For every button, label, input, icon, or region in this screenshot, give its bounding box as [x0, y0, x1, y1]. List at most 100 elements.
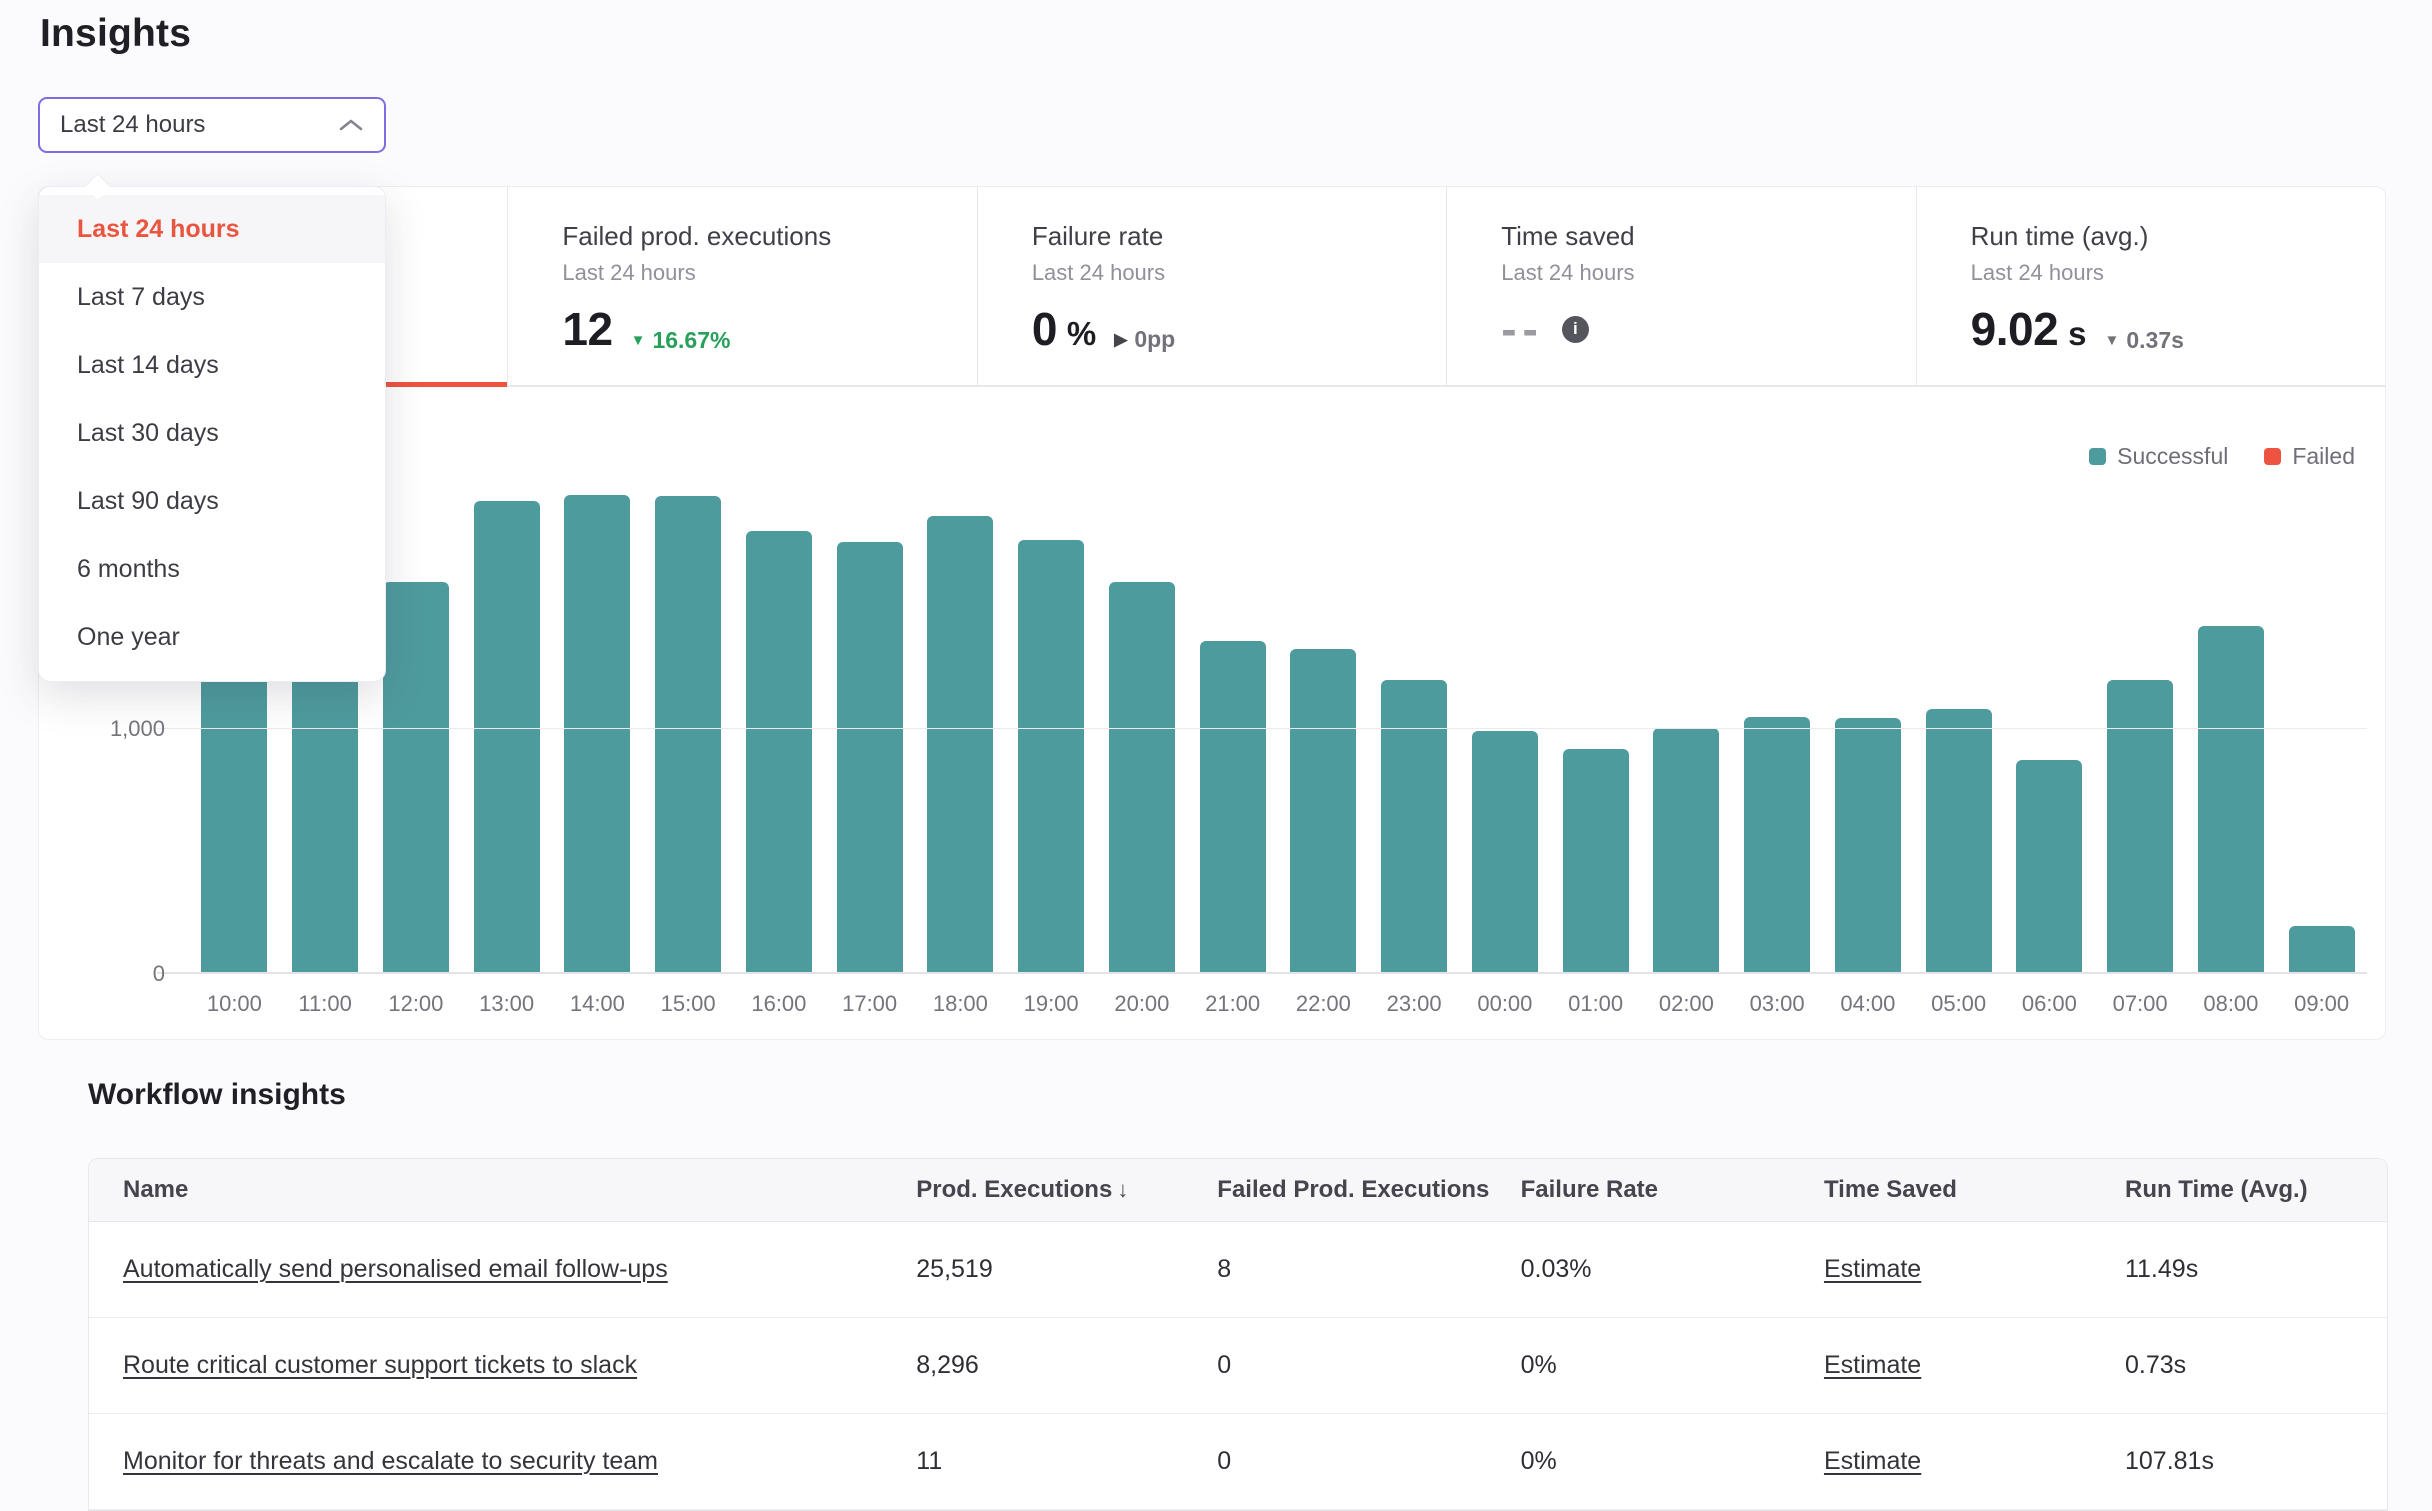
- column-header-3[interactable]: Failure Rate: [1521, 1176, 1824, 1204]
- bar-column: [1550, 484, 1641, 974]
- column-header-label: Failure Rate: [1521, 1176, 1658, 1204]
- bar-successful: [383, 582, 449, 974]
- bar-successful: [1109, 582, 1175, 974]
- bar-successful: [2016, 760, 2082, 974]
- dropdown-option-5[interactable]: 6 months: [39, 535, 385, 603]
- bar-successful: [564, 495, 630, 974]
- triangle-right-icon: ▶: [1114, 331, 1127, 348]
- legend-label: Successful: [2117, 443, 2228, 470]
- bar-successful: [746, 531, 812, 974]
- x-axis-label: 09:00: [2276, 991, 2367, 1017]
- chart-legend: Successful Failed: [2089, 443, 2355, 470]
- bar-column: [643, 484, 734, 974]
- estimate-link[interactable]: Estimate: [1824, 1447, 1921, 1475]
- executions-bar-chart: 01,000: [189, 484, 2367, 974]
- cell-run_time: 11.49s: [2125, 1255, 2387, 1284]
- bar-column: [1641, 484, 1732, 974]
- workflow-name-link[interactable]: Route critical customer support tickets …: [123, 1351, 637, 1379]
- kpi-sublabel: Last 24 hours: [562, 260, 976, 286]
- x-axis-label: 05:00: [1913, 991, 2004, 1017]
- x-axis-label: 16:00: [734, 991, 825, 1017]
- x-axis-label: 21:00: [1187, 991, 1278, 1017]
- cell-run_time: 107.81s: [2125, 1447, 2387, 1476]
- bar-successful: [1290, 649, 1356, 974]
- bar-successful: [1472, 731, 1538, 974]
- kpi-delta: ▶0pp: [1114, 326, 1175, 353]
- kpi-label: Run time (avg.): [1971, 221, 2385, 252]
- x-axis-label: 01:00: [1550, 991, 1641, 1017]
- bar-successful: [1200, 641, 1266, 974]
- bar-successful: [1018, 540, 1084, 974]
- estimate-link[interactable]: Estimate: [1824, 1255, 1921, 1283]
- column-header-0[interactable]: Name: [89, 1176, 916, 1204]
- bar-column: [1097, 484, 1188, 974]
- estimate-link[interactable]: Estimate: [1824, 1351, 1921, 1379]
- kpi-card-1[interactable]: Failed prod. executionsLast 24 hours12▼1…: [507, 187, 976, 385]
- y-axis-label: 1,000: [110, 716, 165, 742]
- time-range-dropdown: Last 24 hoursLast 7 daysLast 14 daysLast…: [38, 186, 386, 682]
- bar-column: [2276, 484, 2367, 974]
- bar-column: [2004, 484, 2095, 974]
- kpi-row: Failed prod. executionsLast 24 hours12▼1…: [39, 187, 2385, 387]
- bar-column: [1913, 484, 2004, 974]
- x-axis-label: 19:00: [1006, 991, 1097, 1017]
- time-range-select[interactable]: Last 24 hours: [38, 97, 386, 153]
- bar-column: [552, 484, 643, 974]
- cell-time_saved: Estimate: [1824, 1351, 2125, 1380]
- cell-time_saved: Estimate: [1824, 1255, 2125, 1284]
- x-axis-label: 15:00: [643, 991, 734, 1017]
- column-header-4[interactable]: Time Saved: [1824, 1176, 2125, 1204]
- bar-successful: [1744, 717, 1810, 974]
- kpi-card-2[interactable]: Failure rateLast 24 hours0%▶0pp: [977, 187, 1446, 385]
- dropdown-option-6[interactable]: One year: [39, 603, 385, 671]
- bar-successful: [2289, 926, 2355, 974]
- legend-item-failed[interactable]: Failed: [2264, 443, 2355, 470]
- bar-successful: [927, 516, 993, 974]
- column-header-2[interactable]: Failed Prod. Executions: [1217, 1176, 1520, 1204]
- kpi-card-3[interactable]: Time savedLast 24 hours--i: [1446, 187, 1915, 385]
- kpi-delta: ▼16.67%: [631, 327, 731, 354]
- x-axis-label: 07:00: [2095, 991, 2186, 1017]
- cell-failed_prod_executions: 0: [1217, 1351, 1520, 1380]
- kpi-delta-text: 16.67%: [652, 327, 730, 354]
- column-header-label: Prod. Executions: [916, 1176, 1112, 1204]
- bar-column: [1006, 484, 1097, 974]
- cell-failure_rate: 0%: [1521, 1351, 1824, 1380]
- dropdown-option-4[interactable]: Last 90 days: [39, 467, 385, 535]
- column-header-5[interactable]: Run Time (Avg.): [2125, 1176, 2387, 1204]
- column-header-label: Failed Prod. Executions: [1217, 1176, 1489, 1204]
- kpi-value: 9.02: [1971, 302, 2059, 356]
- kpi-value-row: 0%▶0pp: [1032, 302, 1446, 356]
- chart-bars: [189, 484, 2367, 974]
- kpi-delta-text: 0.37s: [2126, 327, 2184, 354]
- cell-name: Route critical customer support tickets …: [89, 1351, 916, 1380]
- kpi-label: Failed prod. executions: [562, 221, 976, 252]
- bar-successful: [1381, 680, 1447, 974]
- chevron-up-icon: [338, 117, 364, 133]
- kpi-card-4[interactable]: Run time (avg.)Last 24 hours9.02s▼0.37s: [1916, 187, 2385, 385]
- bar-successful: [474, 501, 540, 974]
- column-header-1[interactable]: Prod. Executions↓: [916, 1176, 1217, 1204]
- x-axis-label: 12:00: [371, 991, 462, 1017]
- legend-swatch-icon: [2264, 448, 2281, 465]
- workflow-name-link[interactable]: Automatically send personalised email fo…: [123, 1255, 668, 1283]
- column-header-label: Run Time (Avg.): [2125, 1176, 2308, 1204]
- legend-item-successful[interactable]: Successful: [2089, 443, 2228, 470]
- workflow-name-link[interactable]: Monitor for threats and escalate to secu…: [123, 1447, 658, 1475]
- bar-successful: [1563, 749, 1629, 974]
- kpi-label: Failure rate: [1032, 221, 1446, 252]
- y-axis-label: 0: [153, 961, 165, 987]
- dropdown-option-2[interactable]: Last 14 days: [39, 331, 385, 399]
- dropdown-option-0[interactable]: Last 24 hours: [39, 195, 385, 263]
- bar-column: [1187, 484, 1278, 974]
- cell-prod_executions: 25,519: [916, 1255, 1217, 1284]
- table-header-row: Name Prod. Executions↓Failed Prod. Execut…: [89, 1159, 2387, 1222]
- bar-successful: [655, 496, 721, 974]
- kpi-sublabel: Last 24 hours: [1971, 260, 2385, 286]
- dropdown-option-3[interactable]: Last 30 days: [39, 399, 385, 467]
- column-header-label: Name: [123, 1176, 188, 1204]
- bar-successful: [1653, 728, 1719, 974]
- info-icon[interactable]: i: [1562, 316, 1589, 343]
- cell-failed_prod_executions: 8: [1217, 1255, 1520, 1284]
- dropdown-option-1[interactable]: Last 7 days: [39, 263, 385, 331]
